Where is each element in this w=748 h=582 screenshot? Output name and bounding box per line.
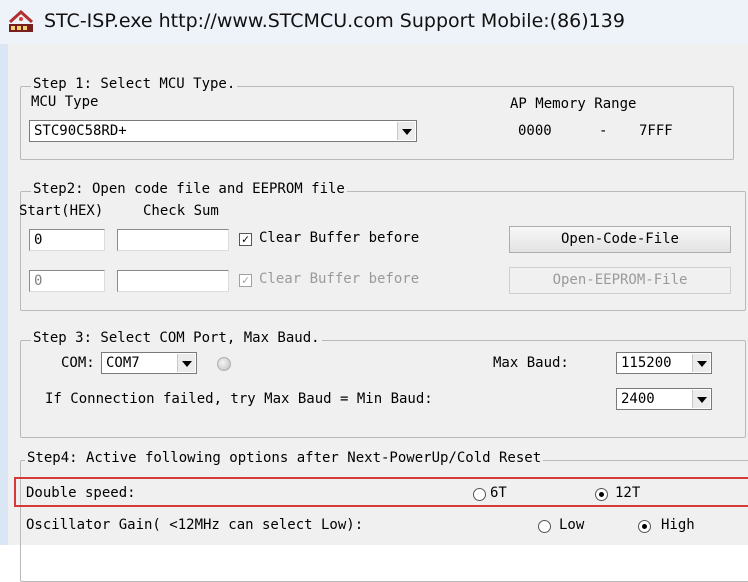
main-panel: Step 1: Select MCU Type. MCU Type STC90C… <box>0 44 748 582</box>
com-port-value: COM7 <box>106 355 140 371</box>
max-baud-value: 115200 <box>621 355 672 371</box>
status-led-icon <box>217 357 231 371</box>
min-baud-select[interactable]: 2400 <box>616 388 712 410</box>
title-bar[interactable]: STC-ISP.exe http://www.STCMCU.com Suppor… <box>0 0 748 44</box>
gain-low-label: Low <box>559 517 585 533</box>
ap-memory-range-label: AP Memory Range <box>510 96 637 112</box>
open-eeprom-file-button[interactable]: Open-EEPROM-File <box>509 267 731 294</box>
mcu-type-select[interactable]: STC90C58RD+ <box>29 120 417 142</box>
eeprom-checksum-input[interactable] <box>117 270 229 292</box>
chevron-down-icon[interactable] <box>692 390 710 408</box>
com-port-select[interactable]: COM7 <box>101 352 197 374</box>
code-clear-buffer-label: Clear Buffer before <box>259 230 420 246</box>
chevron-down-icon[interactable] <box>397 122 415 140</box>
start-hex-label: Start(HEX) <box>19 203 104 219</box>
max-baud-select[interactable]: 115200 <box>616 352 712 374</box>
step3-legend: Step 3: Select COM Port, Max Baud. <box>31 330 322 346</box>
step3-group: Step 3: Select COM Port, Max Baud. COM: … <box>20 330 746 438</box>
oscillator-gain-label: Oscillator Gain( <12MHz can select Low): <box>26 517 364 533</box>
chevron-down-icon[interactable] <box>692 354 710 372</box>
min-baud-label: If Connection failed, try Max Baud = Min… <box>45 391 433 407</box>
double-speed-highlight-box <box>14 477 748 507</box>
mcu-type-value: STC90C58RD+ <box>34 123 127 139</box>
ap-memory-start: 0000 <box>518 123 552 139</box>
step2-legend: Step2: Open code file and EEPROM file <box>31 181 347 197</box>
eeprom-clear-buffer-checkbox[interactable]: ✓ <box>239 274 252 287</box>
step1-group: Step 1: Select MCU Type. MCU Type STC90C… <box>20 76 734 160</box>
gain-low-radio[interactable] <box>538 520 551 533</box>
eeprom-clear-buffer-label: Clear Buffer before <box>259 271 420 287</box>
open-code-file-button[interactable]: Open-Code-File <box>509 226 731 253</box>
code-clear-buffer-checkbox[interactable]: ✓ <box>239 233 252 246</box>
chevron-down-icon[interactable] <box>177 354 195 372</box>
ap-memory-dash: - <box>599 123 608 139</box>
ap-memory-end: 7FFF <box>639 123 673 139</box>
window-title: STC-ISP.exe http://www.STCMCU.com Suppor… <box>44 10 625 32</box>
mcu-type-label: MCU Type <box>31 94 99 110</box>
stc-isp-app-icon <box>8 10 34 32</box>
check-sum-label: Check Sum <box>143 203 219 219</box>
gain-high-radio[interactable] <box>638 520 651 533</box>
step4-legend: Step4: Active following options after Ne… <box>25 450 544 466</box>
step2-group: Step2: Open code file and EEPROM file St… <box>19 181 746 311</box>
max-baud-label: Max Baud: <box>493 355 569 371</box>
code-checksum-input[interactable] <box>117 229 229 251</box>
eeprom-start-input[interactable]: 0 <box>29 270 105 292</box>
min-baud-value: 2400 <box>621 391 655 407</box>
com-label: COM: <box>61 355 95 371</box>
gain-high-label: High <box>661 517 695 533</box>
code-start-input[interactable]: 0 <box>29 229 105 251</box>
step1-legend: Step 1: Select MCU Type. <box>31 76 238 92</box>
